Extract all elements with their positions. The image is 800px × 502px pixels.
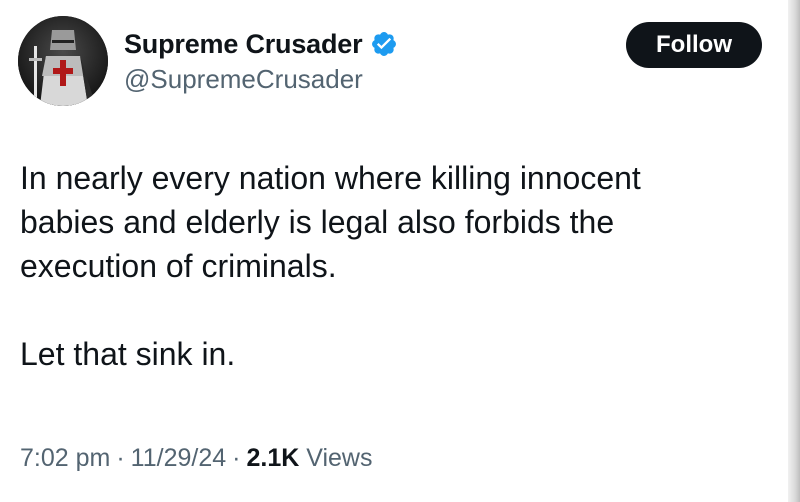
follow-button[interactable]: Follow [626,22,762,68]
crusader-knight-avatar-icon [18,16,108,106]
tweet-time[interactable]: 7:02 pm [20,444,110,472]
author-handle[interactable]: @SupremeCrusader [124,64,363,95]
meta-separator: · [232,444,241,472]
verified-badge-icon[interactable] [370,30,398,58]
avatar[interactable] [18,16,108,106]
tweet-text: In nearly every nation where killing inn… [20,156,740,376]
tweet-card: Supreme Crusader @SupremeCrusader Follow… [0,0,788,502]
views-count[interactable]: 2.1K [246,444,299,472]
tweet-paragraph: In nearly every nation where killing inn… [20,160,641,284]
author-name-row: Supreme Crusader [124,26,398,62]
meta-separator: · [116,444,125,472]
tweet-date[interactable]: 11/29/24 [131,444,226,472]
tweet-meta: 7:02 pm · 11/29/24 · 2.1K Views [20,444,372,473]
views-label: Views [306,444,373,472]
author-display-name[interactable]: Supreme Crusader [124,29,363,60]
tweet-paragraph: Let that sink in. [20,336,236,372]
window-edge [788,0,800,502]
